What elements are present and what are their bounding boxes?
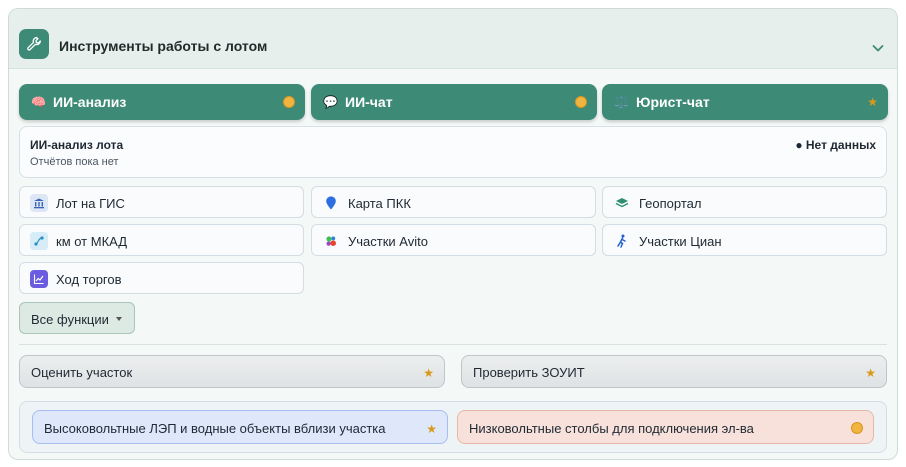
tool-label: Ход торгов xyxy=(56,272,122,287)
divider xyxy=(19,344,887,345)
all-functions-label: Все функции xyxy=(31,312,109,327)
analysis-status: ● Нет данных xyxy=(795,138,876,152)
star-icon: ★ xyxy=(867,95,878,109)
bank-icon xyxy=(30,194,48,212)
brain-icon: 🧠 xyxy=(31,95,46,109)
high-voltage-label: Высоковольтные ЛЭП и водные объекты вбли… xyxy=(44,421,386,436)
tool-label: Лот на ГИС xyxy=(56,196,125,211)
chat-bubble-icon: 💬 xyxy=(323,95,338,109)
star-icon: ★ xyxy=(865,366,876,380)
ai-analysis-card: ИИ-анализ лота Отчётов пока нет ● Нет да… xyxy=(19,126,887,178)
chevron-down-icon[interactable] xyxy=(871,41,885,55)
ai-analysis-button[interactable]: 🧠 ИИ-анализ xyxy=(19,84,305,120)
low-voltage-poles-button[interactable]: Низковольтные столбы для подключения эл-… xyxy=(457,410,874,444)
low-voltage-label: Низковольтные столбы для подключения эл-… xyxy=(469,421,754,436)
check-zouit-label: Проверить ЗОУИТ xyxy=(473,365,585,380)
scales-icon: ⚖️ xyxy=(614,95,629,109)
evaluate-plot-button[interactable]: Оценить участок ★ xyxy=(19,355,445,388)
wrench-icon xyxy=(19,29,49,59)
cian-icon xyxy=(613,232,631,250)
tool-label: Участки Avito xyxy=(348,234,428,249)
tool-auction-progress[interactable]: Ход торгов xyxy=(19,262,304,294)
lot-tools-panel: Инструменты работы с лотом 🧠 ИИ-анализ 💬… xyxy=(8,8,898,460)
status-dot-icon xyxy=(575,96,587,108)
tool-mkad-distance[interactable]: км от МКАД xyxy=(19,224,304,256)
star-icon: ★ xyxy=(423,366,434,380)
tool-label: км от МКАД xyxy=(56,234,128,249)
ai-chat-button[interactable]: 💬 ИИ-чат xyxy=(311,84,597,120)
ai-chat-label: ИИ-чат xyxy=(345,94,393,110)
evaluate-plot-label: Оценить участок xyxy=(31,365,133,380)
tool-pkk-map[interactable]: Карта ПКК xyxy=(311,186,596,218)
chart-icon xyxy=(30,270,48,288)
high-voltage-lines-button[interactable]: Высоковольтные ЛЭП и водные объекты вбли… xyxy=(32,410,448,444)
panel-title: Инструменты работы с лотом xyxy=(59,38,268,54)
check-zouit-button[interactable]: Проверить ЗОУИТ ★ xyxy=(461,355,887,388)
route-icon xyxy=(30,232,48,250)
star-icon: ★ xyxy=(426,422,437,436)
lawyer-chat-label: Юрист-чат xyxy=(636,94,710,110)
tool-cian-plots[interactable]: Участки Циан xyxy=(602,224,887,256)
panel-header[interactable]: Инструменты работы с лотом xyxy=(9,9,897,69)
lawyer-chat-button[interactable]: ⚖️ Юрист-чат ★ xyxy=(602,84,888,120)
tool-lot-gis[interactable]: Лот на ГИС xyxy=(19,186,304,218)
all-functions-dropdown[interactable]: Все функции xyxy=(19,302,135,334)
tool-geoportal[interactable]: Геопортал xyxy=(602,186,887,218)
status-dot-icon xyxy=(283,96,295,108)
tool-avito-plots[interactable]: Участки Avito xyxy=(311,224,596,256)
analysis-subtitle: Отчётов пока нет xyxy=(30,156,119,168)
ai-analysis-label: ИИ-анализ xyxy=(53,94,127,110)
tool-label: Геопортал xyxy=(639,196,702,211)
analysis-title: ИИ-анализ лота xyxy=(30,138,124,152)
map-pin-icon xyxy=(322,194,340,212)
infrastructure-group: Высоковольтные ЛЭП и водные объекты вбли… xyxy=(19,401,887,453)
caret-down-icon xyxy=(116,317,122,321)
tool-label: Карта ПКК xyxy=(348,196,411,211)
layers-icon xyxy=(613,194,631,212)
tool-label: Участки Циан xyxy=(639,234,722,249)
status-dot-icon xyxy=(851,422,863,434)
avito-icon xyxy=(322,232,340,250)
